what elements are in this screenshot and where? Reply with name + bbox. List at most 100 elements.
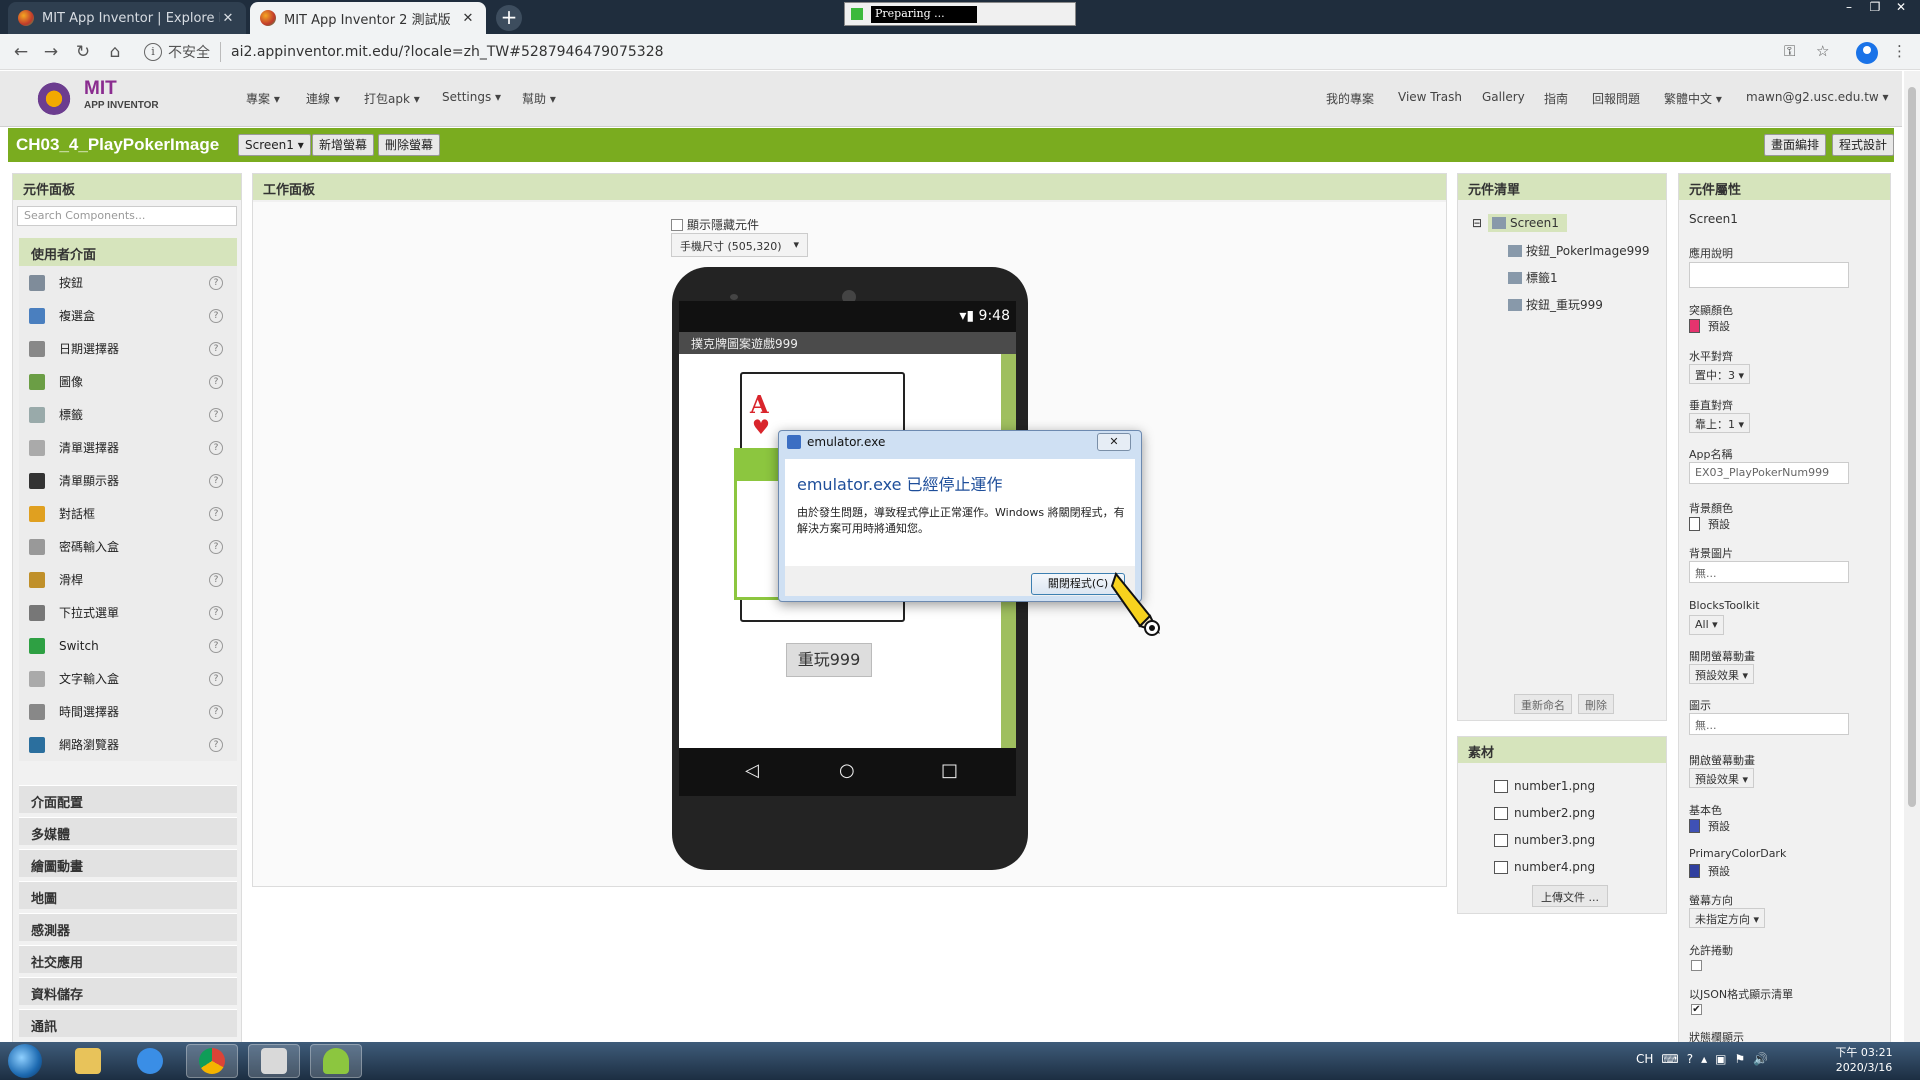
menu-help[interactable]: 幫助 ▾ bbox=[522, 90, 556, 107]
minimize-icon[interactable]: – bbox=[1840, 0, 1858, 18]
palette-category[interactable]: 介面配置 bbox=[19, 785, 237, 813]
tab-close-icon[interactable]: ✕ bbox=[460, 11, 476, 26]
menu-build-apk[interactable]: 打包apk ▾ bbox=[364, 90, 420, 107]
help-icon[interactable]: ? bbox=[209, 308, 223, 323]
taskbar-clock[interactable]: 下午 03:21 2020/3/16 bbox=[1834, 1045, 1894, 1075]
menu-account[interactable]: mawn@g2.usc.edu.tw ▾ bbox=[1746, 90, 1889, 104]
back-arrow-icon[interactable]: ← bbox=[10, 41, 32, 63]
replay-button[interactable]: 重玩999 bbox=[786, 643, 872, 677]
menu-report-issue[interactable]: 回報問題 bbox=[1592, 90, 1640, 107]
help-icon[interactable]: ? bbox=[209, 539, 223, 554]
help-icon[interactable]: ? bbox=[209, 407, 223, 422]
help-icon[interactable]: ? bbox=[209, 638, 223, 653]
palette-category[interactable]: 多媒體 bbox=[19, 817, 237, 845]
new-tab-button[interactable]: + bbox=[496, 5, 522, 31]
remove-screen-button[interactable]: 刪除螢幕 bbox=[378, 134, 441, 156]
palette-component[interactable]: 清單顯示器? bbox=[19, 464, 237, 497]
blocks-button[interactable]: 程式設計 bbox=[1832, 134, 1895, 156]
palette-component[interactable]: 時間選擇器? bbox=[19, 695, 237, 728]
collapse-icon[interactable]: ⊟ bbox=[1472, 216, 1482, 230]
key-icon[interactable]: ⚿ bbox=[1784, 42, 1795, 60]
prop-accent-color[interactable]: 預設 bbox=[1689, 318, 1730, 334]
rename-button[interactable]: 重新命名 bbox=[1514, 694, 1572, 714]
screen-select-dropdown[interactable]: Screen1 ▾ bbox=[238, 134, 311, 156]
prop-about-textarea[interactable] bbox=[1689, 262, 1849, 288]
palette-component[interactable]: 滑桿? bbox=[19, 563, 237, 596]
menu-language[interactable]: 繁體中文 ▾ bbox=[1664, 90, 1722, 107]
windows-start-button[interactable] bbox=[8, 1044, 42, 1078]
palette-component[interactable]: Switch? bbox=[19, 629, 237, 662]
forward-arrow-icon[interactable]: → bbox=[40, 41, 62, 63]
close-window-icon[interactable]: ✕ bbox=[1892, 0, 1910, 18]
palette-component[interactable]: 下拉式選單? bbox=[19, 596, 237, 629]
help-icon[interactable]: ? bbox=[209, 374, 223, 389]
tab-explore-mit[interactable]: MIT App Inventor | Explore MIT ✕ bbox=[8, 2, 246, 34]
page-scrollbar[interactable] bbox=[1904, 71, 1920, 1042]
dialog-close-button[interactable]: ✕ bbox=[1097, 433, 1131, 451]
search-components-input[interactable]: Search Components... bbox=[17, 206, 237, 226]
prop-halign-dropdown[interactable]: 置中：3 ▾ bbox=[1689, 364, 1751, 384]
checkbox-box[interactable] bbox=[671, 218, 683, 231]
back-nav-icon[interactable]: ◁ bbox=[745, 760, 759, 781]
tab-app-inventor[interactable]: MIT App Inventor 2 測試版 ✕ bbox=[250, 2, 486, 34]
help-icon[interactable]: ? bbox=[209, 440, 223, 455]
menu-connect[interactable]: 連線 ▾ bbox=[306, 90, 340, 107]
scrollbar-thumb[interactable] bbox=[1908, 87, 1916, 807]
palette-component[interactable]: 日期選擇器? bbox=[19, 332, 237, 365]
prop-appname-input[interactable]: EX03_PlayPokerNum999 bbox=[1689, 462, 1849, 484]
home-nav-icon[interactable]: ○ bbox=[839, 760, 855, 781]
help-icon[interactable]: ? bbox=[209, 473, 223, 488]
help-icon[interactable]: ? bbox=[209, 737, 223, 752]
upload-file-button[interactable]: 上傳文件 ... bbox=[1532, 885, 1608, 907]
help-icon[interactable]: ? bbox=[209, 605, 223, 620]
category-user-interface[interactable]: 使用者介面 bbox=[19, 238, 237, 266]
chrome-taskbar-button[interactable] bbox=[186, 1044, 238, 1078]
palette-category[interactable]: 社交應用 bbox=[19, 945, 237, 973]
tab-close-icon[interactable]: ✕ bbox=[220, 11, 236, 26]
android-taskbar-button[interactable] bbox=[310, 1044, 362, 1078]
profile-avatar-icon[interactable] bbox=[1856, 42, 1878, 64]
prop-orientation-dropdown[interactable]: 未指定方向 ▾ bbox=[1689, 908, 1766, 928]
palette-component[interactable]: 清單選擇器? bbox=[19, 431, 237, 464]
asset-item[interactable]: number3.png bbox=[1494, 833, 1595, 847]
show-hidden-components-checkbox[interactable]: 顯示隱藏元件 bbox=[671, 216, 759, 233]
url-field[interactable]: i 不安全 ai2.appinventor.mit.edu/?locale=zh… bbox=[144, 39, 1784, 65]
asset-item[interactable]: number2.png bbox=[1494, 806, 1595, 820]
menu-my-projects[interactable]: 我的專案 bbox=[1326, 90, 1374, 107]
prop-blockstoolkit-dropdown[interactable]: All ▾ bbox=[1689, 615, 1724, 635]
bookmark-star-icon[interactable]: ☆ bbox=[1816, 42, 1829, 60]
palette-component[interactable]: 按鈕? bbox=[19, 266, 237, 299]
ie-taskbar-button[interactable] bbox=[124, 1044, 176, 1078]
keyboard-icon[interactable]: ⌨ bbox=[1661, 1052, 1678, 1066]
palette-category[interactable]: 感測器 bbox=[19, 913, 237, 941]
input-language-indicator[interactable]: CH bbox=[1636, 1052, 1653, 1066]
phone-size-dropdown[interactable]: 手機尺寸 (505,320) ▾ bbox=[671, 233, 808, 257]
add-screen-button[interactable]: 新增螢幕 bbox=[312, 134, 375, 156]
help-icon[interactable]: ? bbox=[209, 275, 223, 290]
prop-close-anim-dropdown[interactable]: 預設效果 ▾ bbox=[1689, 664, 1755, 684]
help-icon[interactable]: ? bbox=[209, 572, 223, 587]
palette-component[interactable]: 複選盒? bbox=[19, 299, 237, 332]
palette-component[interactable]: 網路瀏覽器? bbox=[19, 728, 237, 761]
menu-project[interactable]: 專案 ▾ bbox=[246, 90, 280, 107]
prop-valign-dropdown[interactable]: 靠上：1 ▾ bbox=[1689, 413, 1751, 433]
app-taskbar-button[interactable] bbox=[248, 1044, 300, 1078]
tree-node-label1[interactable]: 標籤1 bbox=[1508, 269, 1558, 286]
menu-gallery[interactable]: Gallery bbox=[1482, 90, 1525, 104]
tree-node-button-replay[interactable]: 按鈕_重玩999 bbox=[1508, 296, 1603, 313]
designer-button[interactable]: 畫面編排 bbox=[1764, 134, 1827, 156]
reload-icon[interactable]: ↻ bbox=[72, 41, 94, 63]
palette-category[interactable]: 通訊 bbox=[19, 1009, 237, 1037]
palette-category[interactable]: 繪圖動畫 bbox=[19, 849, 237, 877]
palette-category[interactable]: 資料儲存 bbox=[19, 977, 237, 1005]
menu-view-trash[interactable]: View Trash bbox=[1398, 90, 1462, 104]
help-icon[interactable]: ? bbox=[209, 671, 223, 686]
palette-category[interactable]: 地圖 bbox=[19, 881, 237, 909]
palette-component[interactable]: 對話框? bbox=[19, 497, 237, 530]
prop-primary-color[interactable]: 預設 bbox=[1689, 818, 1730, 834]
help-icon[interactable]: ? bbox=[209, 704, 223, 719]
prop-bgimage-input[interactable]: 無... bbox=[1689, 561, 1849, 583]
prop-bgcolor-color[interactable]: 預設 bbox=[1689, 516, 1730, 532]
menu-dots-icon[interactable]: ⋮ bbox=[1892, 42, 1907, 60]
tree-node-screen1[interactable]: Screen1 bbox=[1488, 214, 1567, 232]
